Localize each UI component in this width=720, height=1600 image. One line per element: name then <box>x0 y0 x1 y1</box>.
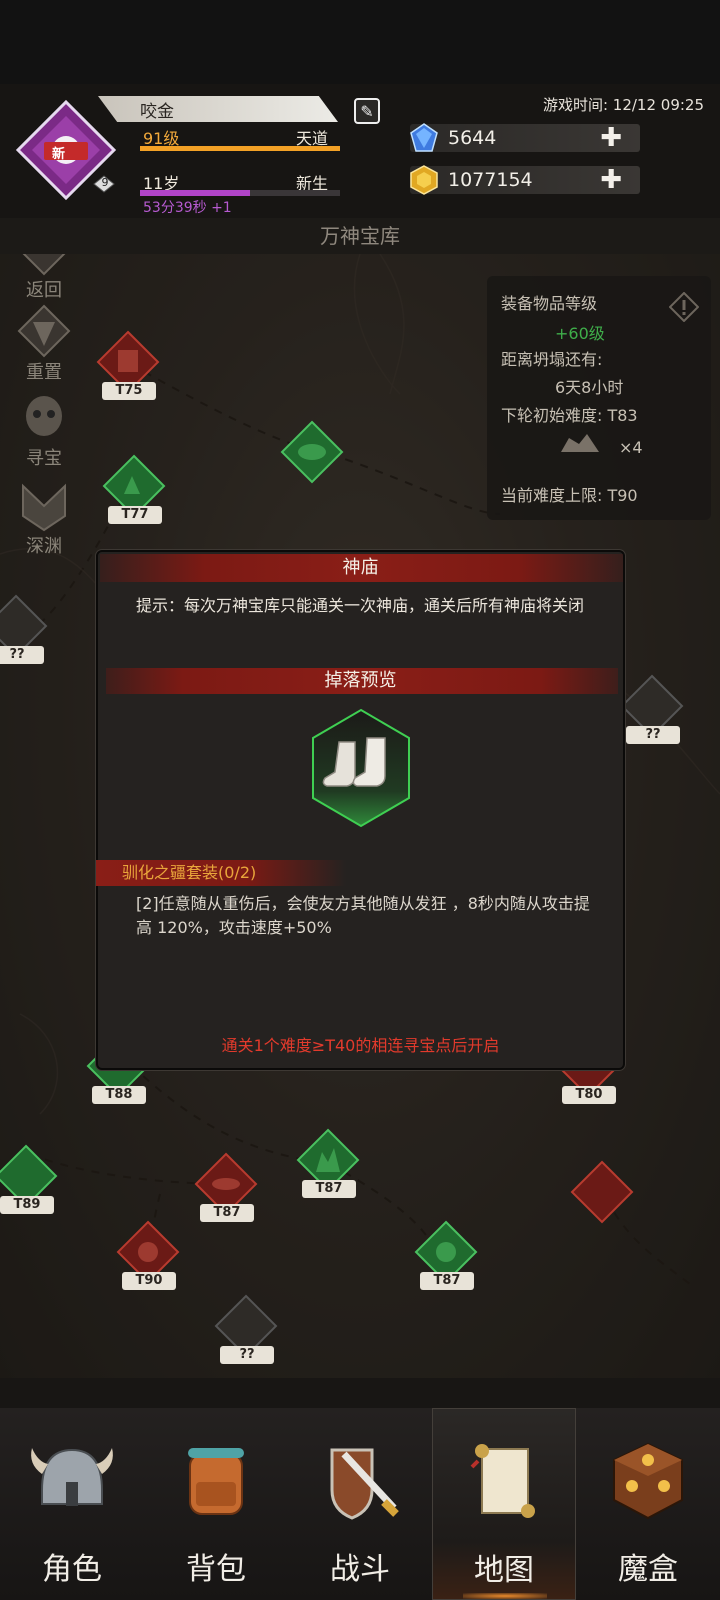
map-node[interactable]: T89 <box>0 1144 58 1214</box>
node-tag: ?? <box>0 646 44 664</box>
reward-count: ×4 <box>619 438 643 457</box>
node-tag: T88 <box>92 1086 146 1104</box>
ruins-icon <box>561 434 599 452</box>
back-icon <box>22 254 66 276</box>
age-bar <box>140 190 340 196</box>
tabbar-divider <box>0 1378 720 1408</box>
map-node[interactable]: T87 <box>414 1220 478 1290</box>
node-tag: T77 <box>108 506 162 524</box>
tab-magic-box[interactable]: 魔盒 <box>576 1408 720 1600</box>
set-title: 驯化之疆套装(0/2) <box>122 863 257 882</box>
player-header: 新 9 咬金 ✎ 91级 天道 11岁 新生 53分39秒 +1 游戏时间: 1… <box>0 84 720 218</box>
equip-level-bonus: +60级 <box>555 324 605 343</box>
sword-shield-icon <box>330 1448 399 1520</box>
node-tag: T89 <box>0 1196 54 1214</box>
back-button[interactable]: 返回 <box>8 254 80 301</box>
map-node[interactable]: T87 <box>296 1128 360 1198</box>
temple-modal: 神庙 提示：每次万神宝库只能通关一次神庙，通关后所有神庙将关闭 掉落预览 驯化之… <box>96 550 625 1070</box>
status-bar <box>0 0 720 84</box>
set-description: [2]任意随从重伤后，会使友方其他随从发狂 ，8秒内随从攻击提高 120%，攻击… <box>136 894 590 937</box>
node-tag: ?? <box>626 726 680 744</box>
gold-currency: 1077154 ✚ <box>410 165 640 195</box>
tab-character-label: 角色 <box>42 1552 102 1587</box>
map-node[interactable]: T87 <box>194 1152 258 1222</box>
backpack-icon <box>188 1448 244 1515</box>
tab-character[interactable]: 角色 <box>0 1408 144 1600</box>
node-tag: T90 <box>122 1272 176 1290</box>
map-node[interactable]: ?? <box>620 674 684 744</box>
helmet-icon <box>31 1448 113 1506</box>
max-difficulty: 当前难度上限: T90 <box>501 486 638 505</box>
node-tag: ?? <box>220 1346 274 1364</box>
add-gold-button[interactable]: ✚ <box>600 166 622 194</box>
bottom-tab-bar: 角色 背包 战斗 地图 魔盒 <box>0 1408 720 1600</box>
abyss-icon <box>22 483 66 532</box>
vault-info-panel: 装备物品等级 +60级 距离坍塌还有: 6天8小时 下轮初始难度: T83 ×4… <box>487 276 711 520</box>
avatar-level-badge: 9 <box>101 176 109 189</box>
drop-preview-title: 掉落预览 <box>324 670 397 691</box>
node-tag: T87 <box>420 1272 474 1290</box>
map-node[interactable] <box>570 1160 634 1224</box>
reset-label: 重置 <box>26 362 62 383</box>
edit-name-button[interactable]: ✎ <box>354 98 380 124</box>
node-tag: T87 <box>200 1204 254 1222</box>
red-node-icon <box>570 1160 634 1224</box>
map-scroll-icon <box>470 1444 535 1518</box>
node-tag: T87 <box>302 1180 356 1198</box>
map-node[interactable]: ?? <box>214 1294 278 1364</box>
tab-backpack[interactable]: 背包 <box>144 1408 288 1600</box>
edit-icon: ✎ <box>360 101 374 121</box>
tab-backpack-label: 背包 <box>186 1552 246 1587</box>
age-bar-fill <box>140 190 250 196</box>
tab-battle[interactable]: 战斗 <box>288 1408 432 1600</box>
green-node-icon <box>280 420 344 484</box>
reset-button[interactable]: 重置 <box>8 302 80 383</box>
drop-item-boots[interactable] <box>309 708 413 828</box>
magic-box-icon <box>613 1442 683 1520</box>
modal-title: 神庙 <box>342 557 379 578</box>
map-node[interactable]: T77 <box>102 454 166 524</box>
diamond-amount: 5644 <box>448 127 497 149</box>
boots-icon <box>312 708 410 828</box>
skull-icon <box>26 396 62 436</box>
abyss-button[interactable]: 深渊 <box>8 476 80 557</box>
abyss-label: 深渊 <box>26 536 62 557</box>
name-plate <box>98 96 338 122</box>
map-node[interactable]: T90 <box>116 1220 180 1290</box>
add-diamond-button[interactable]: ✚ <box>600 124 622 152</box>
collapse-time: 6天8小时 <box>555 378 624 397</box>
unlock-condition: 通关1个难度≥T40的相连寻宝点后开启 <box>221 1036 500 1055</box>
treasure-hunt-label: 寻宝 <box>26 448 62 469</box>
modal-tip: 提示：每次万神宝库只能通关一次神庙，通关后所有神庙将关闭 <box>136 596 585 615</box>
map-node[interactable] <box>280 420 344 484</box>
avatar-new-badge: 新 <box>52 147 66 162</box>
tab-battle-label: 战斗 <box>330 1552 390 1587</box>
age-timer: 53分39秒 +1 <box>143 200 232 216</box>
reset-icon <box>17 304 71 358</box>
map-node[interactable]: T75 <box>96 330 160 400</box>
map-node[interactable]: ?? <box>0 594 48 664</box>
diamond-icon <box>410 123 438 152</box>
node-tag: T80 <box>562 1086 616 1104</box>
tab-map[interactable]: 地图 <box>432 1408 576 1600</box>
diamond-currency: 5644 ✚ <box>410 123 640 152</box>
gold-amount: 1077154 <box>448 169 533 191</box>
next-difficulty: 下轮初始难度: T83 <box>501 406 638 425</box>
collapse-label: 距离坍塌还有: <box>501 350 603 369</box>
treasure-hunt-button[interactable]: 寻宝 <box>8 388 80 469</box>
tab-magic-box-label: 魔盒 <box>618 1552 678 1587</box>
level-bar <box>140 146 340 151</box>
page-title: 万神宝库 <box>320 224 400 248</box>
game-time: 游戏时间: 12/12 09:25 <box>542 96 704 114</box>
node-tag: T75 <box>102 382 156 400</box>
gold-icon <box>410 165 438 195</box>
player-name: 咬金 <box>140 102 174 122</box>
back-label: 返回 <box>26 280 62 301</box>
warning-icon[interactable] <box>669 292 699 322</box>
player-avatar[interactable]: 新 9 <box>10 98 122 210</box>
tab-map-label: 地图 <box>474 1553 534 1588</box>
